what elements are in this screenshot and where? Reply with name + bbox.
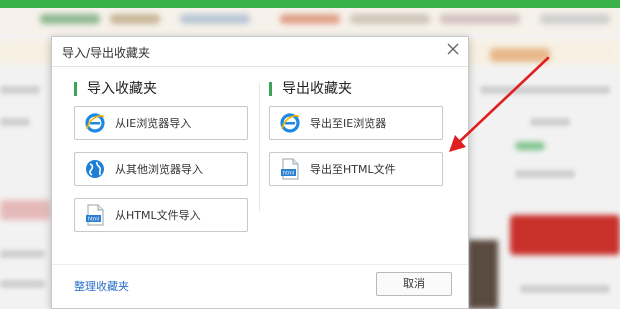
browser-top-bar <box>0 0 620 8</box>
export-section-title: 导出收藏夹 <box>269 82 352 96</box>
bg-blur <box>440 14 520 24</box>
bg-blur <box>0 118 30 126</box>
import-from-ie-button[interactable]: 从IE浏览器导入 <box>74 106 248 140</box>
close-icon[interactable] <box>446 42 460 56</box>
html-badge-text: html <box>88 217 99 223</box>
import-from-other-browser-button[interactable]: 从其他浏览器导入 <box>74 152 248 186</box>
bg-blur <box>280 14 340 24</box>
bg-blur <box>515 142 545 150</box>
bg-blur <box>110 14 160 24</box>
bg-blur <box>515 170 575 178</box>
bg-blur <box>180 14 250 24</box>
bg-blur <box>0 200 50 220</box>
button-label: 从其他浏览器导入 <box>115 163 203 176</box>
bg-blur <box>468 240 498 309</box>
section-divider <box>259 83 260 211</box>
bg-blur <box>350 14 430 24</box>
bg-blur <box>480 86 610 94</box>
html-file-icon: html <box>86 204 104 226</box>
bg-blur <box>40 14 100 24</box>
cancel-button[interactable]: 取消 <box>376 272 452 296</box>
export-to-html-button[interactable]: html 导出至HTML文件 <box>269 152 443 186</box>
globe-icon <box>86 160 104 178</box>
html-file-icon: html <box>281 158 299 180</box>
export-to-ie-button[interactable]: 导出至IE浏览器 <box>269 106 443 140</box>
button-label: 导出至HTML文件 <box>310 163 396 176</box>
ie-icon <box>280 113 300 133</box>
ie-icon <box>85 113 105 133</box>
manage-favorites-link[interactable]: 整理收藏夹 <box>74 278 129 294</box>
bg-blur <box>490 48 550 62</box>
import-section-title: 导入收藏夹 <box>74 82 157 96</box>
dialog-title: 导入/导出收藏夹 <box>62 46 151 60</box>
footer-divider <box>52 264 468 265</box>
button-label: 从IE浏览器导入 <box>115 117 192 130</box>
import-export-favorites-dialog: 导入/导出收藏夹 导入收藏夹 从IE浏览器导入 从其他浏览器导入 html 从H… <box>51 36 469 309</box>
bg-blur <box>0 250 45 258</box>
html-badge-text: html <box>283 171 294 177</box>
button-label: 导出至IE浏览器 <box>310 117 387 130</box>
import-from-html-button[interactable]: html 从HTML文件导入 <box>74 198 248 232</box>
button-label: 从HTML文件导入 <box>115 209 201 222</box>
bg-blur <box>0 280 45 288</box>
bg-blur <box>530 118 570 126</box>
bg-blur <box>510 215 620 255</box>
title-divider <box>52 66 468 67</box>
bg-blur <box>540 14 610 24</box>
bg-blur <box>0 86 40 94</box>
bg-blur <box>520 285 610 293</box>
